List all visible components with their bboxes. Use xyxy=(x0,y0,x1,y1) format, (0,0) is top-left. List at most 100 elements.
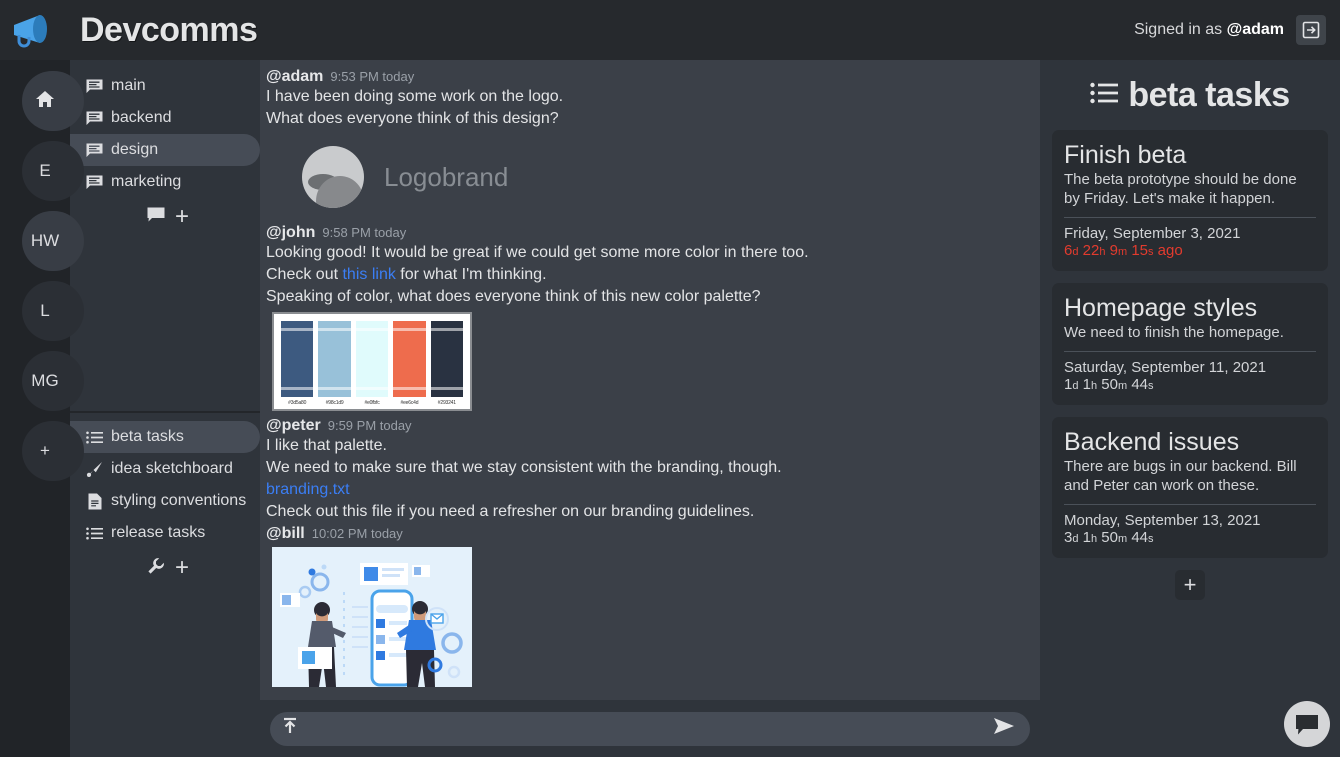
composer-bar xyxy=(260,700,1040,757)
floating-chat-button[interactable] xyxy=(1284,701,1330,747)
sidebar-item-label: idea sketchboard xyxy=(111,460,233,477)
divider xyxy=(1064,351,1316,352)
workspace-pill-e[interactable]: E xyxy=(22,141,84,201)
task-card[interactable]: Backend issues There are bugs in our bac… xyxy=(1052,417,1328,558)
workspace-pill-add[interactable]: + xyxy=(22,421,84,481)
workspace-pill-hw[interactable]: HW xyxy=(22,211,84,271)
upload-icon xyxy=(284,717,296,733)
task-card[interactable]: Homepage styles We need to finish the ho… xyxy=(1052,283,1328,405)
list-icon xyxy=(86,429,103,446)
send-button[interactable] xyxy=(992,716,1016,741)
message-timestamp: 9:53 PM today xyxy=(330,69,415,84)
countdown-suffix: ago xyxy=(1153,242,1183,259)
task-countdown: 3d 1h 50m 44s xyxy=(1064,529,1316,546)
task-countdown: 6d 22h 9m 15s ago xyxy=(1064,242,1316,259)
message-author: @peter xyxy=(266,417,321,434)
sidebar-item-design[interactable]: design xyxy=(70,134,260,166)
add-channel-plus: + xyxy=(174,203,189,230)
task-description: There are bugs in our backend. Bill and … xyxy=(1064,458,1297,494)
app-root: Devcomms Signed in as @adam E HW L MG + … xyxy=(0,0,1340,757)
message-line-prefix: Check out xyxy=(266,266,343,283)
add-tool-button[interactable]: + xyxy=(70,551,260,585)
file-link[interactable]: branding.txt xyxy=(266,481,350,498)
tasks-panel: beta tasks Finish beta The beta prototyp… xyxy=(1040,60,1340,757)
signed-in-label: Signed in as @adam xyxy=(1134,21,1284,39)
task-due-date: Saturday, September 11, 2021 xyxy=(1064,359,1267,376)
message-header: @peter 9:59 PM today xyxy=(266,417,1028,435)
sidebar-tools-group: beta tasks idea sketchboard styling conv… xyxy=(70,411,260,585)
countdown-minutes-unit: m xyxy=(1117,533,1128,545)
sidebar-item-main[interactable]: main xyxy=(70,70,260,102)
sidebar: main backend design marketing + beta tas… xyxy=(70,60,260,757)
message-line: I like that palette. xyxy=(266,437,387,454)
sign-out-button[interactable] xyxy=(1296,15,1326,45)
upload-button[interactable] xyxy=(280,716,300,741)
app-development-illustration xyxy=(272,547,472,687)
message-list[interactable]: @adam 9:53 PM today I have been doing so… xyxy=(260,60,1040,700)
message-item: @john 9:58 PM today Looking good! It wou… xyxy=(260,224,1040,411)
palette-hex-label: #ee6c4d xyxy=(400,400,419,406)
palette-hex-label: #3d5a80 xyxy=(288,400,307,406)
countdown-hours-value: 1 xyxy=(1082,529,1091,546)
sidebar-item-backend[interactable]: backend xyxy=(70,102,260,134)
composer[interactable] xyxy=(270,711,1030,746)
message-line: Looking good! It would be great if we co… xyxy=(266,244,809,261)
task-title: Backend issues xyxy=(1064,428,1240,456)
chat-bubble-icon xyxy=(1296,714,1318,734)
sidebar-item-styling-conventions[interactable]: styling conventions xyxy=(70,485,260,517)
chat-lines-icon xyxy=(86,110,103,127)
countdown-seconds-value: 44 xyxy=(1131,529,1148,546)
message-item: @peter 9:59 PM today I like that palette… xyxy=(260,417,1040,523)
plus-icon: + xyxy=(40,441,50,460)
add-tool-plus: + xyxy=(174,554,189,581)
app-header: Devcomms Signed in as @adam xyxy=(0,0,1340,60)
app-body: E HW L MG + main backend design marketin… xyxy=(0,60,1340,757)
illustration-attachment[interactable] xyxy=(272,547,472,687)
task-title: Homepage styles xyxy=(1064,294,1258,322)
inline-link[interactable]: this link xyxy=(342,266,395,283)
wrench-icon xyxy=(147,557,165,580)
sidebar-item-beta-tasks[interactable]: beta tasks xyxy=(70,421,260,453)
chat-lines-icon xyxy=(86,174,103,191)
workspace-pill-home[interactable] xyxy=(22,71,84,131)
countdown-seconds-value: 44 xyxy=(1131,376,1148,393)
workspace-rail: E HW L MG + xyxy=(0,60,84,757)
sidebar-item-label: beta tasks xyxy=(111,428,184,445)
document-icon xyxy=(86,493,103,510)
signed-in-area: Signed in as @adam xyxy=(1134,15,1326,45)
palette-hex-label: #e0fbfc xyxy=(364,400,380,406)
countdown-hours-unit: h xyxy=(1090,533,1098,545)
message-input[interactable] xyxy=(310,720,982,737)
palette-attachment[interactable]: #3d5a80 #98c1d9 #e0fbfc #ee6c4d #293241 xyxy=(272,312,472,411)
sidebar-item-label: main xyxy=(111,77,146,94)
workspace-pill-mg[interactable]: MG xyxy=(22,351,84,411)
message-line: I have been doing some work on the logo. xyxy=(266,88,564,105)
palette-hex-label: #293241 xyxy=(437,400,456,406)
palette-swatch xyxy=(318,321,351,397)
sidebar-item-release-tasks[interactable]: release tasks xyxy=(70,517,260,549)
signed-in-username: @adam xyxy=(1226,21,1284,38)
message-line: Check out this file if you need a refres… xyxy=(266,503,755,520)
palette-swatch xyxy=(430,321,464,397)
workspace-pill-l[interactable]: L xyxy=(22,281,84,341)
logo-avatar xyxy=(302,146,364,208)
message-item: @adam 9:53 PM today I have been doing so… xyxy=(260,68,1040,222)
countdown-days-unit: d xyxy=(1072,533,1079,545)
chat-column: @adam 9:53 PM today I have been doing so… xyxy=(260,60,1040,757)
sidebar-item-marketing[interactable]: marketing xyxy=(70,166,260,198)
message-header: @bill 10:02 PM today xyxy=(266,525,1028,543)
message-author: @john xyxy=(266,224,316,241)
task-due-date: Monday, September 13, 2021 xyxy=(1064,512,1261,529)
sidebar-item-idea-sketchboard[interactable]: idea sketchboard xyxy=(70,453,260,485)
palette-swatch xyxy=(355,321,389,397)
add-channel-button[interactable]: + xyxy=(70,200,260,234)
task-card[interactable]: Finish beta The beta prototype should be… xyxy=(1052,130,1328,271)
list-icon xyxy=(1090,82,1119,109)
logo-brand-name: Logobrand xyxy=(384,161,509,192)
tasks-title: beta tasks xyxy=(1128,75,1290,114)
countdown-seconds-unit: s xyxy=(1148,533,1154,545)
add-task-button[interactable]: + xyxy=(1175,570,1205,600)
logo-attachment[interactable]: Logobrand xyxy=(266,130,1028,222)
palette-label-row: #3d5a80 #98c1d9 #e0fbfc #ee6c4d #293241 xyxy=(281,400,463,406)
